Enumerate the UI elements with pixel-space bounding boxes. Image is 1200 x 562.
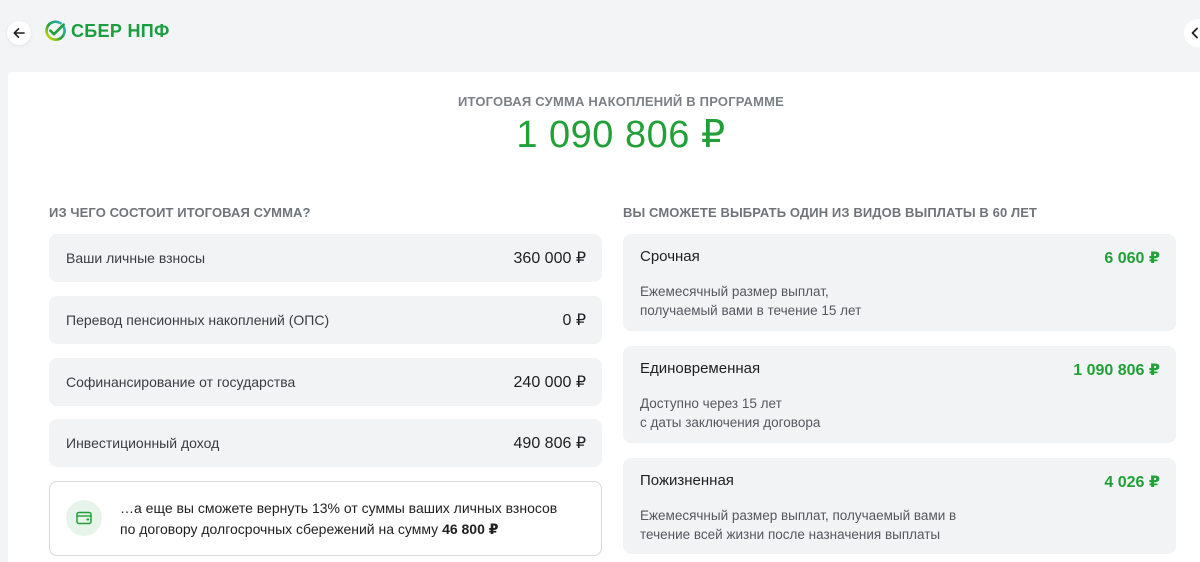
header: СБЕР НПФ: [0, 0, 1200, 66]
wallet-icon: [66, 500, 102, 536]
payout-option-name: Пожизненная: [640, 472, 734, 489]
tax-refund-amount: 46 800 ₽: [442, 521, 499, 537]
payout-option-value: 1 090 806 ₽: [1073, 362, 1160, 379]
composition-item-label: Ваши личные взносы: [66, 250, 206, 266]
tax-refund-line-2-text: по договору долгосрочных сбережений на с…: [120, 521, 439, 537]
results-card: ИТОГОВАЯ СУММА НАКОПЛЕНИЙ В ПРОГРАММЕ 1 …: [8, 72, 1200, 562]
arrow-left-icon: [13, 28, 25, 38]
composition-item-value: 490 806 ₽: [513, 435, 586, 452]
tax-refund-note: …а еще вы сможете вернуть 13% от суммы в…: [49, 481, 602, 556]
composition-item-personal-contributions: Ваши личные взносы 360 000 ₽: [49, 234, 602, 282]
payout-description-line: течение всей жизни после назначения выпл…: [640, 527, 941, 542]
payout-option-name: Единовременная: [640, 360, 761, 377]
tax-refund-line-1: …а еще вы сможете вернуть 13% от суммы в…: [120, 500, 558, 516]
payout-description-line: получаемый вами в течение 15 лет: [640, 303, 862, 318]
composition-title: ИЗ ЧЕГО СОСТОИТ ИТОГОВАЯ СУММА?: [49, 205, 311, 220]
payout-option-value: 6 060 ₽: [1104, 250, 1160, 267]
logo-text: СБЕР НПФ: [71, 20, 170, 41]
composition-item-value: 0 ₽: [562, 312, 586, 329]
payout-description-line: Ежемесячный размер выплат,: [640, 284, 829, 299]
payout-description-line: Доступно через 15 лет: [640, 396, 782, 411]
composition-item-pension-transfer: Перевод пенсионных накоплений (ОПС) 0 ₽: [49, 296, 602, 344]
tax-refund-line-2: по договору долгосрочных сбережений на с…: [120, 519, 590, 540]
payout-description-line: с даты заключения договора: [640, 415, 821, 430]
sber-npf-logo[interactable]: СБЕР НПФ: [44, 20, 170, 42]
total-amount: 1 090 806 ₽: [516, 114, 726, 156]
sber-checkmark-logo-icon: [45, 20, 66, 41]
composition-item-label: Перевод пенсионных накоплений (ОПС): [66, 312, 330, 328]
chevron-left-icon: [1191, 27, 1198, 39]
composition-item-label: Софинансирование от государства: [66, 374, 296, 390]
payout-option-description: Доступно через 15 лет с даты заключения …: [640, 394, 820, 432]
composition-item-value: 360 000 ₽: [513, 250, 586, 267]
payout-option-value: 4 026 ₽: [1104, 474, 1160, 491]
composition-item-label: Инвестиционный доход: [66, 435, 220, 451]
payout-option-description: Ежемесячный размер выплат, получаемый ва…: [640, 282, 861, 320]
payout-option-lump-sum[interactable]: Единовременная 1 090 806 ₽ Доступно чере…: [623, 346, 1176, 443]
payout-option-term[interactable]: Срочная 6 060 ₽ Ежемесячный размер выпла…: [623, 234, 1176, 331]
tax-refund-text: …а еще вы сможете вернуть 13% от суммы в…: [120, 498, 590, 540]
total-label: ИТОГОВАЯ СУММА НАКОПЛЕНИЙ В ПРОГРАММЕ: [457, 94, 785, 109]
composition-item-value: 240 000 ₽: [513, 374, 586, 391]
back-button[interactable]: [7, 21, 31, 45]
composition-item-investment-income: Инвестиционный доход 490 806 ₽: [49, 419, 602, 467]
composition-item-state-cofinancing: Софинансирование от государства 240 000 …: [49, 358, 602, 406]
payout-option-name: Срочная: [640, 248, 700, 265]
payouts-title: ВЫ СМОЖЕТЕ ВЫБРАТЬ ОДИН ИЗ ВИДОВ ВЫПЛАТЫ…: [623, 205, 1038, 220]
payout-option-description: Ежемесячный размер выплат, получаемый ва…: [640, 506, 956, 544]
payout-description-line: Ежемесячный размер выплат, получаемый ва…: [640, 508, 957, 523]
payout-option-lifetime[interactable]: Пожизненная 4 026 ₽ Ежемесячный размер в…: [623, 458, 1176, 554]
collapse-panel-button[interactable]: [1184, 19, 1200, 47]
